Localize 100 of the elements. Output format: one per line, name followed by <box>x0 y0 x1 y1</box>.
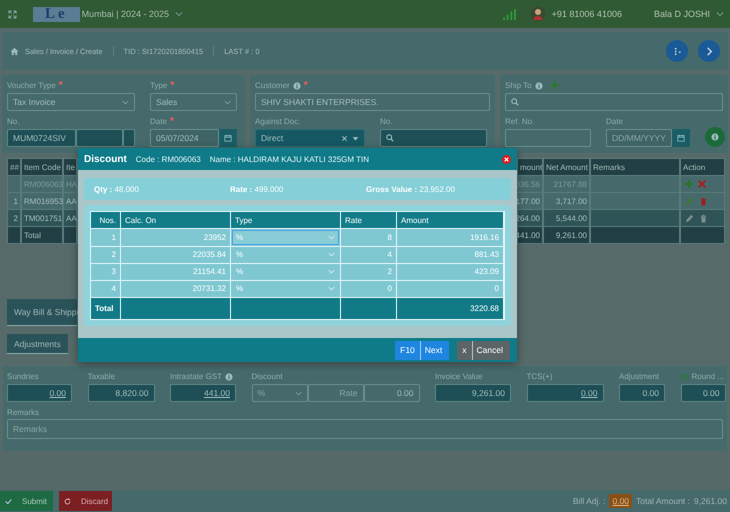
date-field[interactable]: DD/MM/YYYY <box>606 129 672 147</box>
dialog-title: Discount <box>84 154 127 164</box>
item-code: Code : RM006063 <box>136 154 201 164</box>
amount-field[interactable]: 0.00 <box>619 384 665 402</box>
summary-value: Qty : 48.000 <box>94 184 140 194</box>
amount-field[interactable]: 0.00 <box>680 384 726 402</box>
chevron-down-icon <box>122 98 129 106</box>
input-field[interactable]: MUM0724SIV <box>7 129 76 147</box>
select-field[interactable]: Direct <box>255 129 365 147</box>
calendar-icon <box>224 134 232 142</box>
kebab-menu-icon <box>672 46 682 56</box>
section-tab[interactable]: Adjustments <box>7 334 68 354</box>
user-menu[interactable]: Bala D JOSHI <box>654 9 710 19</box>
field-label: Discount <box>252 372 283 381</box>
select-field[interactable]: % <box>252 384 308 402</box>
submit-button[interactable]: Submit <box>0 491 53 511</box>
search-field[interactable] <box>380 129 487 147</box>
expand-icon[interactable] <box>8 10 17 18</box>
amount-field[interactable]: 0.00 <box>7 384 72 402</box>
select-field[interactable]: Sales <box>150 93 237 111</box>
discard-button[interactable]: Discard <box>59 491 112 511</box>
field-label: Round ... <box>692 372 724 381</box>
avatar-icon <box>530 6 546 22</box>
clear-icon[interactable] <box>341 134 348 142</box>
column-header: Item Code <box>21 158 63 176</box>
summary-value: Rate : 499.000 <box>230 184 284 194</box>
amount-field[interactable]: 441.00 <box>170 384 236 402</box>
info-button[interactable] <box>705 127 725 147</box>
pencil-icon[interactable] <box>685 214 694 222</box>
table-cell: Total <box>21 227 63 244</box>
amount-field[interactable]: 8,820.00 <box>88 384 154 402</box>
field-label: Invoice Value <box>435 372 482 381</box>
field-label: Voucher Type <box>7 81 56 90</box>
remarks-field[interactable]: Remarks <box>7 419 723 439</box>
chevron-down-icon <box>328 268 335 275</box>
bill-adjustment-value[interactable]: 0.00 <box>609 494 632 508</box>
field-label: Sundries <box>7 372 39 381</box>
refresh-icon <box>64 498 71 504</box>
bill-adjustment-label: Bill Adj. : <box>572 496 606 506</box>
date-field[interactable]: 05/07/2024 <box>150 129 219 147</box>
column-header: Remarks <box>590 158 680 176</box>
amount-field[interactable]: 0.00 <box>526 384 604 402</box>
close-icon[interactable] <box>502 154 511 164</box>
column-header: Action <box>680 158 725 176</box>
input-field[interactable]: 0.00 <box>364 384 420 402</box>
required-mark: * <box>170 80 174 91</box>
amount-field[interactable]: 9,261.00 <box>435 384 511 402</box>
rate-field[interactable]: Rate <box>308 384 364 402</box>
table-cell <box>7 227 21 244</box>
search-field[interactable] <box>505 93 723 111</box>
home-icon[interactable] <box>10 46 19 56</box>
chevron-down-icon <box>294 390 302 396</box>
field-label: Ref. No. <box>505 117 534 126</box>
next-page-button[interactable] <box>698 40 720 62</box>
field-label: Against Doc. <box>255 117 300 126</box>
search-icon <box>511 98 519 106</box>
field-label: Customer <box>255 81 290 90</box>
item-name: Name : HALDIRAM KAJU KATLI 325GM TIN <box>210 154 370 164</box>
chevron-down-icon <box>224 98 231 106</box>
select-field[interactable]: Tax Invoice <box>7 93 135 111</box>
input-field[interactable] <box>123 129 135 147</box>
input-field[interactable] <box>76 129 123 147</box>
toggle-icon[interactable] <box>680 372 688 380</box>
column-header: Net Amount <box>543 158 590 176</box>
total-amount-label: Total Amount : <box>636 496 690 506</box>
field-label: Date <box>606 117 623 126</box>
chevron-right-icon <box>704 46 714 56</box>
branch-selector[interactable]: Mumbai | 2024 - 2025 <box>82 9 170 19</box>
field-label: Remarks <box>7 408 40 417</box>
chevron-down-icon[interactable] <box>716 10 724 18</box>
field-label: Adjustment <box>619 372 660 381</box>
field-label: TCS(+) <box>526 372 552 381</box>
field-label: Taxable <box>88 372 116 381</box>
calendar-button[interactable] <box>672 129 690 147</box>
caret-icon <box>352 134 359 142</box>
field-label: Type <box>150 81 168 90</box>
company-logo: Le <box>33 6 80 22</box>
field-label: Ship To <box>505 81 532 90</box>
summary-value: Gross Value : 23,952.00 <box>366 184 456 194</box>
chevron-down-icon[interactable] <box>175 10 184 18</box>
chevron-down-icon <box>328 251 335 258</box>
input-field[interactable] <box>505 129 591 147</box>
trash-icon[interactable] <box>699 196 708 206</box>
field-label: Date <box>150 117 167 126</box>
menu-button[interactable] <box>666 40 688 62</box>
next-button[interactable]: F10 Next <box>395 340 450 360</box>
required-mark: * <box>58 80 63 91</box>
check-icon <box>5 498 12 504</box>
cancel-button[interactable]: x Cancel <box>457 340 510 360</box>
total-amount-value: 9,261.00 <box>694 496 727 506</box>
table-cell: 3220.68 <box>397 297 504 319</box>
table-cell: 9,261.00 <box>543 227 590 244</box>
input-field[interactable]: SHIV SHAKTI ENTERPRISES. <box>255 93 490 111</box>
field-label: No. <box>7 117 20 126</box>
calendar-button[interactable] <box>219 129 237 147</box>
column-header: Ite <box>63 158 77 176</box>
section-tab[interactable]: Way Bill & Shippi <box>7 299 77 326</box>
trash-icon[interactable] <box>699 214 708 222</box>
field-label: Intrastate GST <box>170 372 222 381</box>
table-cell: Total <box>91 297 121 319</box>
